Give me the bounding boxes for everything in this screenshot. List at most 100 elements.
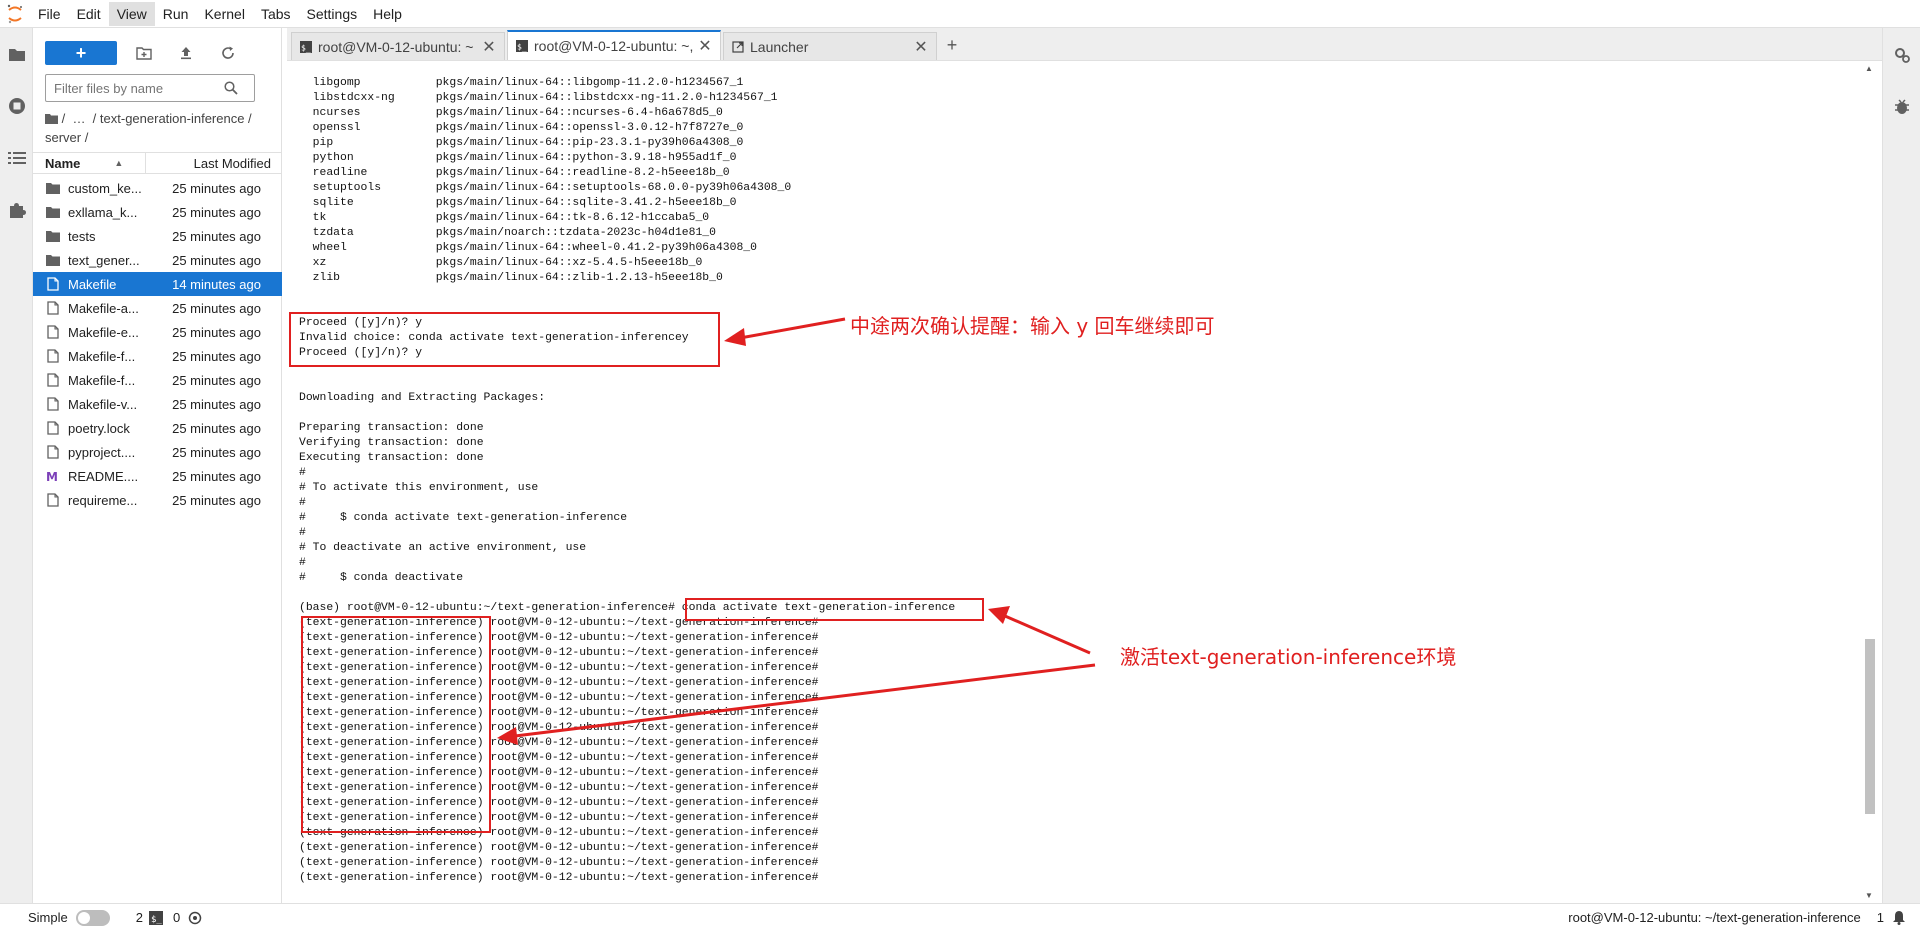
- file-row[interactable]: text_gener... 25 minutes ago: [33, 248, 282, 272]
- notification-bell-icon[interactable]: [1892, 910, 1906, 925]
- file-row[interactable]: Makefile 14 minutes ago: [33, 272, 282, 296]
- refresh-icon[interactable]: [213, 41, 243, 65]
- file-row[interactable]: pyproject.... 25 minutes ago: [33, 440, 282, 464]
- file-icon: [46, 277, 60, 291]
- file-name: Makefile-e...: [68, 324, 139, 340]
- terminal-line: # $ conda activate text-generation-infer…: [299, 512, 628, 524]
- scroll-up-arrow-icon[interactable]: ▲: [1865, 64, 1873, 73]
- sort-ascending-icon: ▲: [114, 158, 124, 168]
- file-browser-toolbar: +: [45, 38, 275, 68]
- terminal-line: ncurses pkgs/main/linux-64::ncurses-6.4-…: [299, 107, 723, 119]
- file-modified: 14 minutes ago: [172, 276, 261, 292]
- debugger-bug-icon[interactable]: [1894, 98, 1910, 121]
- file-modified: 25 minutes ago: [172, 324, 261, 340]
- file-row[interactable]: Makefile-e... 25 minutes ago: [33, 320, 282, 344]
- close-icon[interactable]: ✕: [914, 37, 928, 57]
- terminal-line: (text-generation-inference) root@VM-0-12…: [299, 827, 819, 839]
- terminal-panel[interactable]: libgomp pkgs/main/linux-64::libgomp-11.2…: [287, 64, 1882, 902]
- last-modified-column-header[interactable]: Last Modified: [146, 156, 282, 171]
- menu-bar: File Edit View Run Kernel Tabs Settings Help: [0, 0, 1920, 28]
- terminal-line: libstdcxx-ng pkgs/main/linux-64::libstdc…: [299, 92, 778, 104]
- tab-3[interactable]: Launcher ✕: [723, 32, 937, 60]
- terminal-line: zlib pkgs/main/linux-64::zlib-1.2.13-h5e…: [299, 272, 723, 284]
- home-folder-icon[interactable]: [45, 111, 58, 129]
- terminal-line: Verifying transaction: done: [299, 437, 484, 449]
- file-row[interactable]: Makefile-a... 25 minutes ago: [33, 296, 282, 320]
- extension-puzzle-icon[interactable]: [0, 184, 33, 236]
- property-inspector-gear-icon[interactable]: [1893, 46, 1911, 69]
- file-name: exllama_k...: [68, 204, 138, 220]
- close-icon[interactable]: ✕: [698, 36, 712, 56]
- file-row[interactable]: custom_ke... 25 minutes ago: [33, 176, 282, 200]
- file-row[interactable]: requireme... 25 minutes ago: [33, 488, 282, 512]
- terminal-output[interactable]: libgomp pkgs/main/linux-64::libgomp-11.2…: [299, 76, 955, 886]
- terminal-line: (text-generation-inference) root@VM-0-12…: [299, 857, 819, 869]
- tab-1[interactable]: $_ root@VM-0-12-ubuntu: ~ ✕: [291, 32, 505, 60]
- file-row[interactable]: poetry.lock 25 minutes ago: [33, 416, 282, 440]
- file-filter-input[interactable]: [46, 76, 224, 100]
- file-row[interactable]: Makefile-v... 25 minutes ago: [33, 392, 282, 416]
- menu-view[interactable]: View: [108, 1, 155, 26]
- terminal-scrollbar[interactable]: ▲ ▼: [1864, 64, 1876, 902]
- file-modified: 25 minutes ago: [172, 372, 261, 388]
- terminal-line: Executing transaction: done: [299, 452, 484, 464]
- file-name: Makefile-f...: [68, 348, 136, 364]
- terminal-line: (text-generation-inference) root@VM-0-12…: [299, 632, 819, 644]
- file-icon: [46, 325, 60, 339]
- file-row[interactable]: Makefile-f... 25 minutes ago: [33, 368, 282, 392]
- folder-icon[interactable]: [0, 28, 33, 80]
- file-row[interactable]: M README.... 25 minutes ago: [33, 464, 282, 488]
- tab-bar: $_ root@VM-0-12-ubuntu: ~ ✕ $_ root@VM-0-12-…: [287, 28, 1882, 61]
- running-sessions-icon[interactable]: [0, 80, 33, 132]
- tab-2[interactable]: $_ root@VM-0-12-ubuntu: ~, ✕: [507, 30, 721, 60]
- file-icon: [46, 445, 60, 459]
- terminal-line: #: [299, 527, 306, 539]
- current-activity-text: root@VM-0-12-ubuntu: ~/text-generation-i…: [1568, 910, 1861, 925]
- file-name: custom_ke...: [68, 180, 142, 196]
- table-of-contents-icon[interactable]: [0, 132, 33, 184]
- add-tab-plus-icon[interactable]: +: [939, 32, 965, 58]
- menu-kernel[interactable]: Kernel: [196, 2, 252, 26]
- file-row[interactable]: exllama_k... 25 minutes ago: [33, 200, 282, 224]
- kernel-status-icon: [188, 911, 202, 925]
- terminal-line: tk pkgs/main/linux-64::tk-8.6.12-h1ccaba…: [299, 212, 710, 224]
- breadcrumb[interactable]: / … / text-generation-inference / server…: [45, 110, 275, 147]
- terminal-line: #: [299, 557, 306, 569]
- terminal-line: (text-generation-inference) root@VM-0-12…: [299, 677, 819, 689]
- file-modified: 25 minutes ago: [172, 492, 261, 508]
- menu-edit[interactable]: Edit: [69, 2, 109, 26]
- close-icon[interactable]: ✕: [482, 37, 496, 57]
- terminal-line: #: [299, 497, 306, 509]
- kernel-count[interactable]: 0: [173, 910, 180, 925]
- upload-icon[interactable]: [171, 41, 201, 65]
- menu-tabs[interactable]: Tabs: [253, 2, 299, 26]
- scrollbar-thumb[interactable]: [1865, 639, 1875, 814]
- file-modified: 25 minutes ago: [172, 252, 261, 268]
- menu-file[interactable]: File: [30, 2, 69, 26]
- file-name: poetry.lock: [68, 420, 130, 436]
- file-row[interactable]: tests 25 minutes ago: [33, 224, 282, 248]
- terminal-line: (text-generation-inference) root@VM-0-12…: [299, 842, 819, 854]
- notification-count[interactable]: 1: [1877, 910, 1884, 925]
- search-icon: [224, 81, 238, 95]
- simple-mode-toggle[interactable]: [75, 909, 110, 926]
- file-name: Makefile-f...: [68, 372, 136, 388]
- scroll-down-arrow-icon[interactable]: ▼: [1865, 891, 1873, 900]
- menu-run[interactable]: Run: [155, 2, 197, 26]
- file-modified: 25 minutes ago: [172, 444, 261, 460]
- terminal-line: pip pkgs/main/linux-64::pip-23.3.1-py39h…: [299, 137, 744, 149]
- name-column-header[interactable]: Name ▲: [33, 153, 146, 173]
- terminal-count[interactable]: 2: [136, 910, 143, 925]
- file-row[interactable]: Makefile-f... 25 minutes ago: [33, 344, 282, 368]
- status-bar: Simple 2 $_ 0 root@VM-0-12-ubuntu: ~/tex…: [0, 903, 1920, 931]
- new-launcher-button[interactable]: +: [45, 41, 117, 65]
- menu-help[interactable]: Help: [365, 2, 410, 26]
- file-icon: [46, 397, 60, 411]
- new-folder-icon[interactable]: [129, 41, 159, 65]
- folder-icon: [46, 253, 60, 267]
- breadcrumb-path[interactable]: / … / text-generation-inference / server…: [45, 111, 252, 145]
- menu-settings[interactable]: Settings: [299, 2, 366, 26]
